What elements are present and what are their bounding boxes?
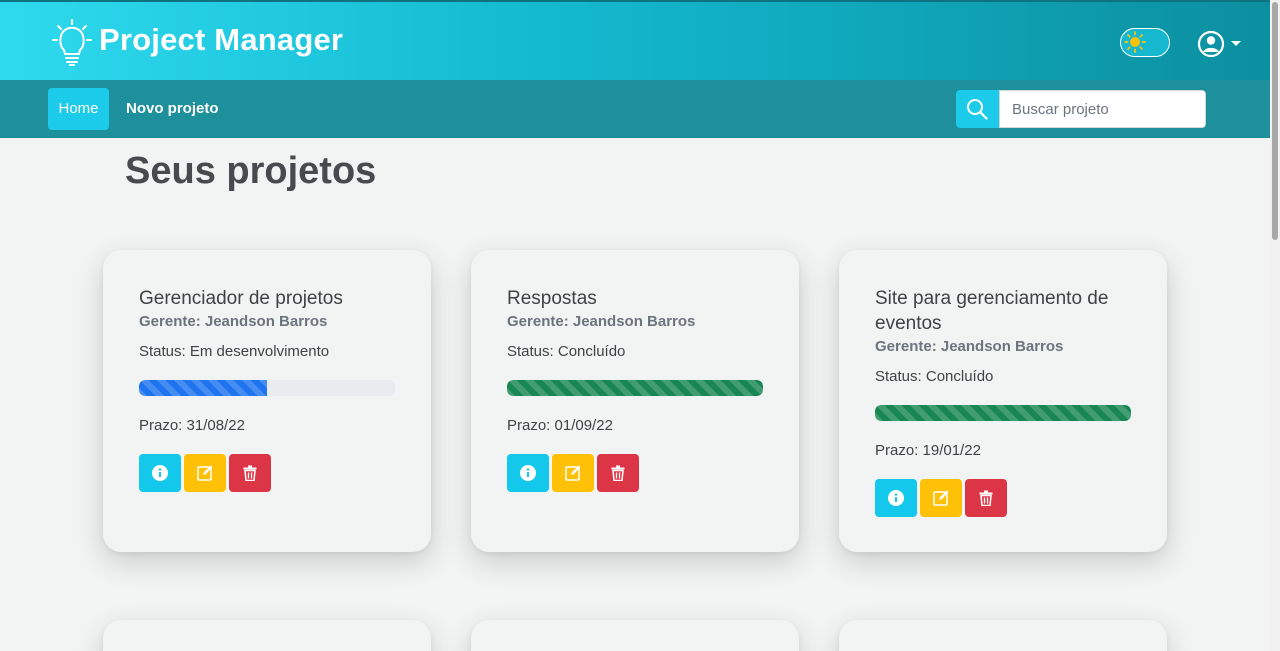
scrollbar[interactable] (1270, 0, 1280, 651)
progress-fill (507, 380, 763, 396)
scrollbar-thumb[interactable] (1272, 2, 1278, 240)
user-circle-icon (1197, 30, 1225, 58)
chevron-down-icon (1231, 41, 1241, 46)
project-deadline: Prazo: 31/08/22 (139, 417, 245, 434)
nav-home-link[interactable]: Home (48, 88, 109, 130)
progress-bar (507, 380, 763, 396)
search-icon (967, 99, 988, 120)
progress-fill (139, 380, 267, 396)
edit-button[interactable] (184, 454, 226, 492)
edit-icon (933, 490, 949, 506)
search-input[interactable] (999, 90, 1206, 128)
project-manager: Gerente: Jeandson Barros (875, 338, 1064, 355)
user-menu[interactable] (1197, 29, 1245, 59)
info-button[interactable] (139, 454, 181, 492)
progress-fill (875, 405, 1131, 421)
edit-button[interactable] (552, 454, 594, 492)
theme-toggle[interactable] (1120, 28, 1170, 57)
project-status: Status: Concluído (507, 343, 626, 360)
trash-icon (979, 490, 993, 506)
project-card: Gerenciador de projetos Gerente: Jeandso… (103, 250, 431, 552)
lightbulb-icon (52, 18, 92, 68)
brand-title[interactable]: Project Manager (99, 22, 343, 58)
project-card (471, 620, 799, 651)
info-icon (152, 465, 168, 481)
project-card (103, 620, 431, 651)
trash-icon (611, 465, 625, 481)
project-card: Respostas Gerente: Jeandson Barros Statu… (471, 250, 799, 552)
app-header: Project Manager (0, 0, 1270, 80)
sun-icon (1124, 31, 1146, 53)
trash-icon (243, 465, 257, 481)
delete-button[interactable] (597, 454, 639, 492)
delete-button[interactable] (229, 454, 271, 492)
project-status: Status: Concluído (875, 368, 994, 385)
project-name: Gerenciador de projetos (139, 288, 343, 309)
page-title: Seus projetos (125, 150, 377, 192)
nav-new-project-link[interactable]: Novo projeto (126, 88, 219, 130)
info-icon (520, 465, 536, 481)
edit-icon (197, 465, 213, 481)
project-status: Status: Em desenvolvimento (139, 343, 330, 360)
nav-bar: Home Novo projeto (0, 80, 1270, 138)
edit-icon (565, 465, 581, 481)
info-icon (888, 490, 904, 506)
project-name: Respostas (507, 288, 597, 309)
delete-button[interactable] (965, 479, 1007, 517)
info-button[interactable] (875, 479, 917, 517)
progress-bar (139, 380, 395, 396)
project-manager: Gerente: Jeandson Barros (139, 313, 328, 330)
project-name: Site para gerenciamento de eventos (875, 288, 1109, 334)
progress-bar (875, 405, 1131, 421)
project-deadline: Prazo: 19/01/22 (875, 442, 981, 459)
project-manager: Gerente: Jeandson Barros (507, 313, 696, 330)
info-button[interactable] (507, 454, 549, 492)
edit-button[interactable] (920, 479, 962, 517)
project-card: Site para gerenciamento de eventos Geren… (839, 250, 1167, 552)
project-deadline: Prazo: 01/09/22 (507, 417, 613, 434)
search-button[interactable] (956, 90, 999, 128)
project-card (839, 620, 1167, 651)
